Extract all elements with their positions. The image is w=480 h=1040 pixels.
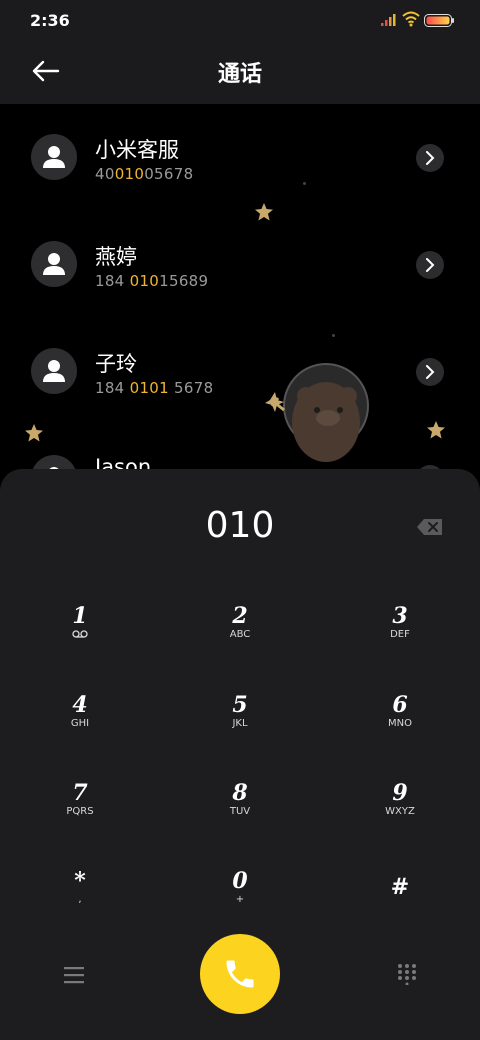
status-bar: 2:36	[0, 0, 480, 40]
chevron-right-icon	[426, 258, 435, 272]
contact-row[interactable]: 子玲 184 0101 5678	[0, 318, 480, 408]
backspace-icon[interactable]	[416, 517, 444, 537]
bear-astronaut-illustration	[265, 363, 369, 462]
key-9[interactable]: 9 WXYZ	[340, 781, 460, 851]
contact-name: 燕婷	[95, 245, 137, 269]
page-title: 通话	[217, 62, 262, 87]
avatar	[31, 134, 77, 180]
person-icon	[43, 360, 65, 382]
key-6[interactable]: 6 MNO	[340, 693, 460, 763]
contact-name: 小米客服	[95, 138, 179, 162]
phone-icon	[226, 960, 254, 988]
contact-row[interactable]: 燕婷 184 01015689	[0, 211, 480, 301]
person-icon	[43, 253, 65, 275]
wifi-icon	[402, 11, 420, 27]
contact-detail-button[interactable]	[416, 251, 444, 279]
dialpad-sheet: 010 1 2 ABC 3 DEF 4 GHI 5 JKL 6 MNO 7 PQ…	[0, 469, 480, 1040]
dialpad-grid-icon[interactable]	[396, 963, 418, 985]
dot-decoration	[332, 334, 335, 337]
contact-row[interactable]: Jason	[0, 425, 480, 474]
signal-icon	[381, 14, 396, 26]
key-7[interactable]: 7 PQRS	[20, 781, 140, 851]
dot-decoration	[303, 182, 306, 185]
key-1[interactable]: 1	[20, 604, 140, 674]
contact-name: 子玲	[95, 352, 137, 376]
contact-row[interactable]: 小米客服 4001005678	[0, 104, 480, 194]
key-5[interactable]: 5 JKL	[180, 693, 300, 763]
battery-icon	[424, 14, 454, 27]
contact-detail-button[interactable]	[416, 358, 444, 386]
person-icon	[43, 146, 65, 168]
key-3[interactable]: 3 DEF	[340, 604, 460, 674]
key-0[interactable]: 0 +	[180, 869, 300, 939]
contact-number: 4001005678	[95, 165, 194, 183]
key-2[interactable]: 2 ABC	[180, 604, 300, 674]
call-button[interactable]	[200, 934, 280, 1014]
contact-detail-button[interactable]	[416, 144, 444, 172]
avatar	[31, 348, 77, 394]
star-decoration-icon	[255, 203, 273, 221]
key-hash[interactable]: #	[340, 875, 460, 945]
voicemail-icon	[72, 630, 88, 638]
star-decoration-icon	[25, 424, 43, 442]
dialed-number: 010	[205, 505, 275, 546]
contact-number: 184 0101 5678	[95, 379, 214, 397]
star-decoration-icon	[427, 421, 445, 439]
key-star[interactable]: * ,	[20, 869, 140, 939]
key-4[interactable]: 4 GHI	[20, 693, 140, 763]
chevron-right-icon	[426, 151, 435, 165]
contact-number: 184 01015689	[95, 272, 209, 290]
chevron-right-icon	[426, 365, 435, 379]
avatar	[31, 241, 77, 287]
status-time: 2:36	[30, 11, 70, 30]
contact-list: 小米客服 4001005678 燕婷 184 01015689 子玲 184 0…	[0, 104, 480, 474]
header: 通话	[0, 40, 480, 104]
key-8[interactable]: 8 TUV	[180, 781, 300, 851]
menu-icon[interactable]	[62, 965, 86, 985]
